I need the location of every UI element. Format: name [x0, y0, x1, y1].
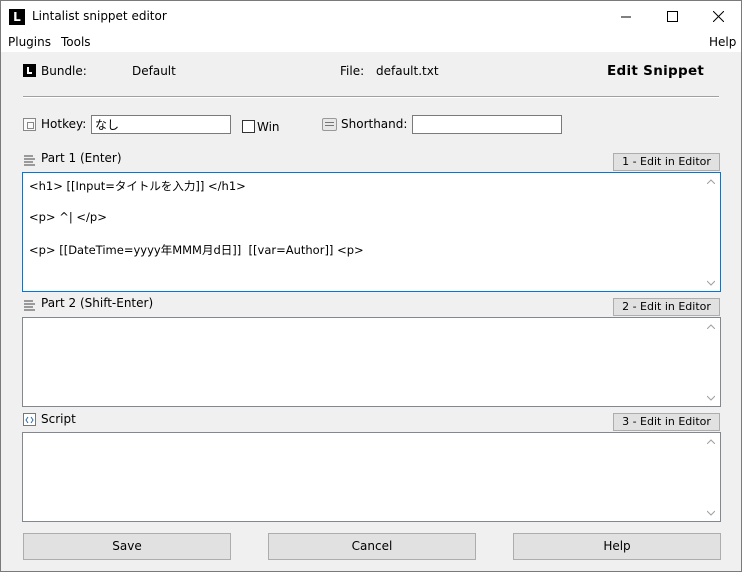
- bundle-icon: [23, 64, 36, 77]
- part1-textarea[interactable]: <h1> [[Input=タイトルを入力]] </h1> <p> ^| </p>…: [22, 172, 721, 292]
- win-label: Win: [257, 120, 280, 134]
- part1-scrollbar[interactable]: [703, 173, 720, 291]
- part1-line: <p> ^| </p>: [29, 210, 107, 224]
- text-align-icon: [23, 298, 36, 311]
- cancel-button[interactable]: Cancel: [268, 533, 476, 560]
- scroll-down-icon[interactable]: [707, 395, 715, 401]
- snippet-editor-window: L Lintalist snippet editor Plugins Tools…: [0, 0, 742, 572]
- bundle-label: Bundle:: [41, 64, 87, 78]
- menu-bar: Plugins Tools Help: [1, 32, 741, 52]
- keyboard-icon: [322, 118, 337, 131]
- help-button[interactable]: Help: [513, 533, 721, 560]
- minimize-button[interactable]: [603, 1, 649, 32]
- menu-help[interactable]: Help: [709, 35, 736, 49]
- scroll-up-icon[interactable]: [707, 438, 715, 444]
- part2-label: Part 2 (Shift-Enter): [41, 296, 154, 310]
- part2-edit-button[interactable]: 2 - Edit in Editor: [613, 298, 720, 316]
- script-textarea[interactable]: [22, 432, 721, 522]
- close-icon: [712, 11, 724, 22]
- header-divider: [23, 96, 719, 98]
- hotkey-label: Hotkey:: [41, 117, 87, 131]
- part1-edit-button[interactable]: 1 - Edit in Editor: [613, 153, 720, 171]
- scroll-up-icon[interactable]: [707, 178, 715, 184]
- part1-line: <h1> [[Input=タイトルを入力]] </h1>: [29, 179, 246, 193]
- shorthand-input[interactable]: [412, 115, 562, 134]
- mode-title: Edit Snippet: [607, 63, 705, 79]
- maximize-icon: [666, 11, 678, 22]
- bundle-value: Default: [132, 64, 176, 78]
- script-edit-button[interactable]: 3 - Edit in Editor: [613, 413, 720, 431]
- script-label: Script: [41, 412, 76, 426]
- scroll-down-icon[interactable]: [707, 510, 715, 516]
- scroll-up-icon[interactable]: [707, 323, 715, 329]
- close-button[interactable]: [695, 1, 741, 32]
- save-button[interactable]: Save: [23, 533, 231, 560]
- scroll-down-icon[interactable]: [707, 280, 715, 286]
- text-align-icon: [23, 153, 36, 166]
- script-scrollbar[interactable]: [703, 433, 720, 521]
- part1-label: Part 1 (Enter): [41, 151, 122, 165]
- keyboard-key-icon: [23, 118, 36, 131]
- window-title: Lintalist snippet editor: [32, 9, 167, 23]
- maximize-button[interactable]: [649, 1, 695, 32]
- hotkey-input[interactable]: [91, 115, 231, 134]
- file-value: default.txt: [376, 64, 439, 78]
- shorthand-label: Shorthand:: [341, 117, 408, 131]
- app-logo-icon: L: [9, 9, 25, 25]
- script-file-icon: [23, 413, 36, 426]
- win-checkbox[interactable]: [242, 120, 255, 133]
- title-bar: L Lintalist snippet editor: [1, 1, 741, 32]
- menu-plugins[interactable]: Plugins: [8, 35, 51, 49]
- part1-line: <p> [[DateTime=yyyy年MMM月d日]] [[var=Autho…: [29, 243, 364, 257]
- menu-tools[interactable]: Tools: [61, 35, 91, 49]
- minimize-icon: [620, 16, 631, 18]
- part2-scrollbar[interactable]: [703, 318, 720, 406]
- file-label: File:: [340, 64, 365, 78]
- part2-textarea[interactable]: [22, 317, 721, 407]
